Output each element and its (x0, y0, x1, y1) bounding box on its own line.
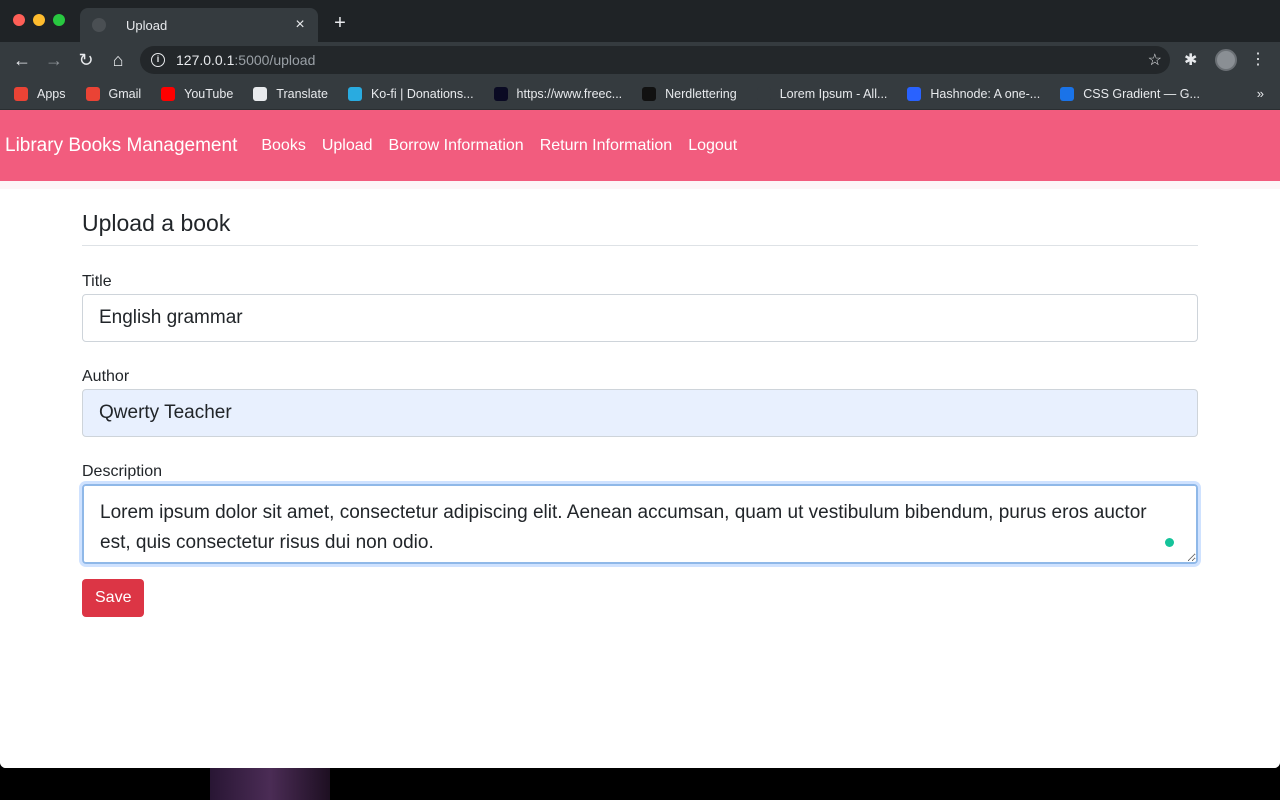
url-host: 127.0.0.1 (176, 52, 235, 68)
tab-upload[interactable]: Upload × (80, 8, 318, 42)
nav-link-borrow-information[interactable]: Borrow Information (389, 137, 524, 155)
avatar[interactable] (1215, 49, 1237, 71)
star-icon[interactable]: ☆ (1148, 50, 1162, 70)
description-textarea[interactable]: Lorem ipsum dolor sit amet, consectetur … (82, 484, 1198, 564)
title-label: Title (82, 273, 112, 290)
bookmark-item[interactable]: Nerdlettering (642, 86, 737, 101)
description-label: Description (82, 463, 163, 480)
forward-arrow-icon[interactable]: → (44, 50, 64, 70)
back-arrow-icon[interactable]: ← (12, 50, 32, 70)
bookmark-label: Translate (276, 86, 328, 101)
bookmark-item[interactable]: Lorem Ipsum - All... (756, 86, 888, 101)
new-tab-button[interactable]: + (330, 13, 350, 33)
bookmark-label: Lorem Ipsum - All... (779, 86, 888, 101)
bookmark-item[interactable]: Apps (14, 86, 66, 101)
reload-icon[interactable]: ↻ (76, 50, 96, 70)
bookmark-favicon-icon (642, 86, 657, 101)
desktop-background (0, 768, 1280, 800)
save-button[interactable]: Save (82, 579, 145, 617)
grammarly-icon[interactable] (1165, 538, 1174, 547)
browser-toolbar: ← → ↻ ⌂ i 127.0.0.1:5000/upload ☆ ✱ ⋮ (0, 42, 1280, 78)
bookmark-label: Apps (37, 86, 66, 101)
bookmark-item[interactable]: Hashnode: A one-... (907, 86, 1041, 101)
nav-link-logout[interactable]: Logout (688, 137, 737, 155)
navbar-brand[interactable]: Library Books Management (5, 135, 237, 157)
url-path: :5000/upload (234, 52, 316, 68)
bookmark-favicon-icon (1060, 86, 1075, 101)
navbar: Library Books Management Books Upload Bo… (0, 110, 1280, 181)
url-text[interactable]: 127.0.0.1:5000/upload (176, 52, 315, 68)
upload-form: Upload a book Title Author Description L… (82, 210, 1198, 617)
bookmark-item[interactable]: Translate (253, 86, 328, 101)
tab-strip: Upload × + (0, 0, 1280, 42)
page-body: Library Books Management Books Upload Bo… (0, 110, 1280, 768)
tab-close-icon[interactable]: × (292, 17, 308, 33)
bookmark-favicon-icon (85, 86, 100, 101)
bookmark-label: YouTube (184, 86, 234, 101)
nav-link-books[interactable]: Books (261, 137, 305, 155)
bookmark-item[interactable]: Ko-fi | Donations... (347, 86, 474, 101)
address-bar[interactable]: i 127.0.0.1:5000/upload ☆ (140, 46, 1170, 74)
description-wrapper: Lorem ipsum dolor sit amet, consectetur … (82, 484, 1198, 564)
author-label: Author (82, 368, 130, 385)
navbar-divider (0, 181, 1280, 189)
bookmark-favicon-icon (253, 86, 268, 101)
bookmark-item[interactable]: YouTube (161, 86, 234, 101)
page-title: Upload a book (82, 210, 1198, 246)
bookmark-label: CSS Gradient — G... (1083, 86, 1200, 101)
bookmark-item[interactable]: https://www.freec... (493, 86, 623, 101)
favicon-icon (92, 18, 106, 32)
bookmark-favicon-icon (14, 86, 28, 101)
bookmark-favicon-icon (493, 86, 508, 101)
kebab-menu-icon[interactable]: ⋮ (1250, 49, 1266, 69)
bookmark-item[interactable]: CSS Gradient — G... (1060, 86, 1200, 101)
bookmarks-bar: Apps Gmail YouTube Translate Ko-fi | Donatio… (0, 78, 1280, 110)
bookmark-label: https://www.freec... (516, 86, 623, 101)
home-icon[interactable]: ⌂ (108, 50, 128, 70)
tab-title: Upload (126, 17, 168, 33)
bookmarks-overflow-icon[interactable]: » (1257, 86, 1264, 101)
browser-window: Upload × + ← → ↻ ⌂ i 127.0.0.1:5000/uplo… (0, 0, 1280, 768)
maximize-window-button[interactable] (53, 14, 65, 26)
bookmark-item[interactable]: Gmail (85, 86, 142, 101)
bookmark-favicon-icon (907, 86, 922, 101)
minimize-window-button[interactable] (33, 14, 45, 26)
bookmark-label: Hashnode: A one-... (930, 86, 1041, 101)
bookmark-label: Ko-fi | Donations... (370, 86, 474, 101)
bookmark-favicon-icon (161, 86, 176, 101)
author-input[interactable] (82, 389, 1198, 437)
desktop-wallpaper-detail (210, 768, 330, 800)
bookmark-favicon-icon (347, 86, 362, 101)
bookmark-label: Nerdlettering (665, 86, 737, 101)
info-icon[interactable]: i (151, 53, 165, 67)
bookmark-favicon-icon (756, 86, 771, 101)
title-input[interactable] (82, 294, 1198, 342)
bookmark-label: Gmail (108, 86, 142, 101)
close-window-button[interactable] (13, 14, 25, 26)
nav-link-upload[interactable]: Upload (322, 137, 373, 155)
nav-link-return-information[interactable]: Return Information (540, 137, 673, 155)
puzzle-icon[interactable]: ✱ (1184, 50, 1197, 70)
